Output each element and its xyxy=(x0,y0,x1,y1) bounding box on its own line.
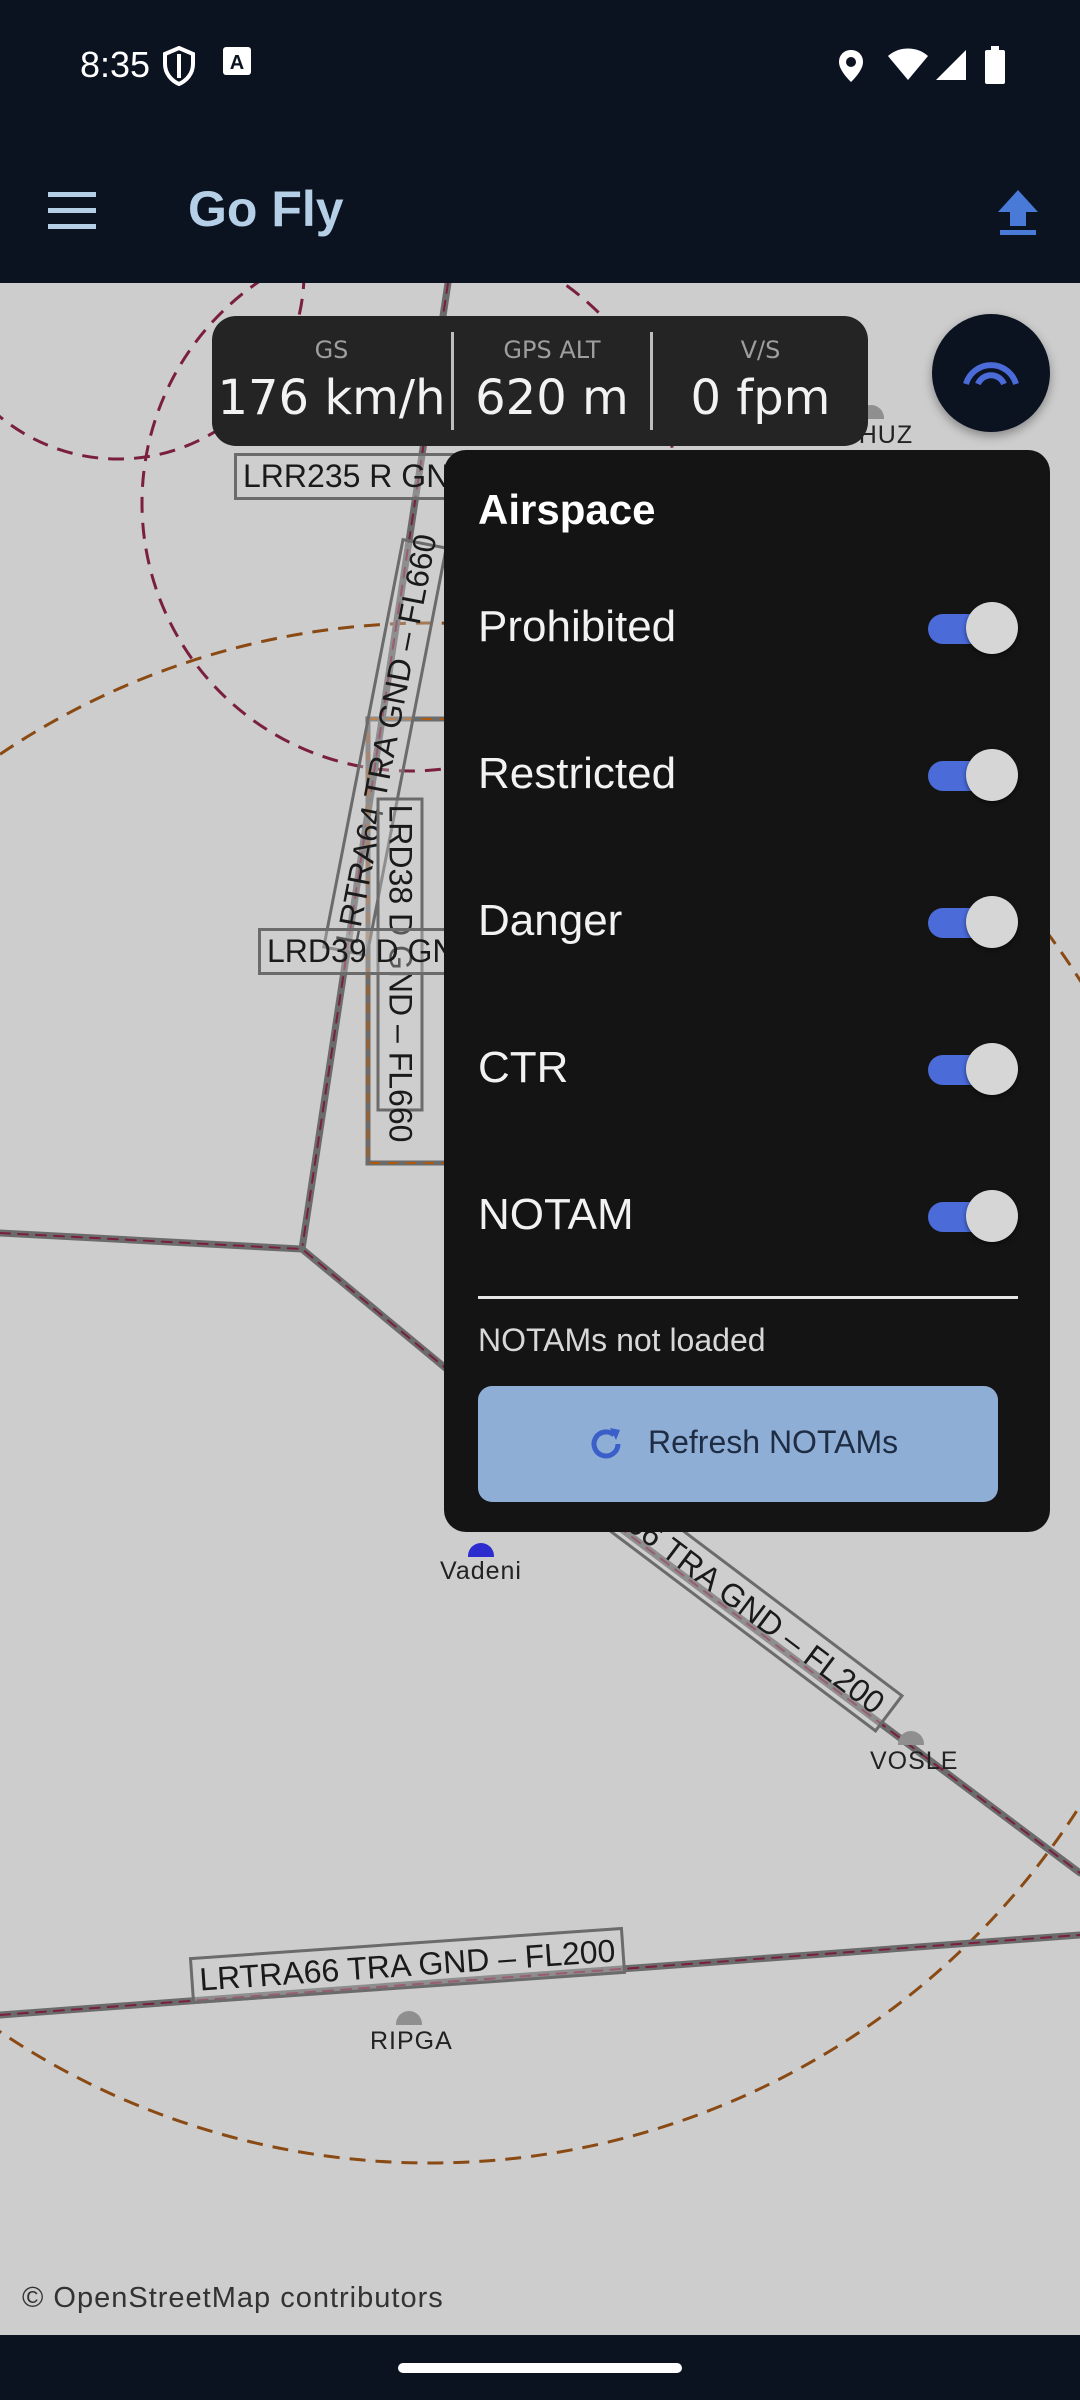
toggle-label: Restricted xyxy=(478,749,677,798)
refresh-notams-button[interactable]: Refresh NOTAMs xyxy=(478,1386,998,1502)
app-bar: Go Fly xyxy=(0,136,1080,283)
gps-altitude-label: GPS ALT xyxy=(503,336,601,364)
toggle-row-prohibited[interactable]: Prohibited xyxy=(478,584,1018,664)
prohibited-toggle[interactable] xyxy=(928,600,1018,654)
toggle-row-notam[interactable]: NOTAM xyxy=(478,1172,1018,1252)
vertical-speed-cell: V/S 0 fpm xyxy=(653,316,868,446)
hamburger-menu-icon[interactable] xyxy=(44,184,100,236)
status-bar: 8:35 A xyxy=(0,0,1080,136)
toggle-label: Danger xyxy=(478,896,623,945)
home-gesture-handle[interactable] xyxy=(398,2363,682,2373)
signal-arcs-icon xyxy=(963,362,1019,386)
ground-speed-value: 176 km/h xyxy=(217,370,446,426)
vertical-speed-label: V/S xyxy=(740,336,781,364)
toggle-row-restricted[interactable]: Restricted xyxy=(478,731,1018,811)
restricted-toggle[interactable] xyxy=(928,747,1018,801)
panel-heading: Airspace xyxy=(478,486,656,533)
wifi-icon xyxy=(888,48,928,86)
airspace-layers-button[interactable] xyxy=(932,314,1050,432)
gps-altitude-cell: GPS ALT 620 m xyxy=(454,316,650,446)
flight-info-bar: GS 176 km/h GPS ALT 620 m V/S 0 fpm xyxy=(212,316,868,446)
svg-text:A: A xyxy=(230,52,244,74)
app-title: Go Fly xyxy=(188,181,344,237)
toggle-row-ctr[interactable]: CTR xyxy=(478,1025,1018,1105)
waypoint-ripga[interactable]: RIPGA xyxy=(370,2027,453,2056)
waypoint-vadeni[interactable]: Vadeni xyxy=(440,1557,522,1586)
notam-status-text: NOTAMs not loaded xyxy=(478,1322,766,1358)
gps-altitude-value: 620 m xyxy=(475,370,629,426)
waypoint-vosle[interactable]: VOSLE xyxy=(870,1747,958,1776)
battery-icon xyxy=(984,46,1006,88)
toggle-row-danger[interactable]: Danger xyxy=(478,878,1018,958)
panel-divider xyxy=(478,1296,1018,1299)
signal-icon xyxy=(934,48,968,86)
ground-speed-cell: GS 176 km/h xyxy=(212,316,451,446)
ground-speed-label: GS xyxy=(314,336,349,364)
airspace-label-lrd39: LRD39 D GN xyxy=(258,928,465,975)
toggle-label: Prohibited xyxy=(478,602,677,651)
ctr-toggle[interactable] xyxy=(928,1041,1018,1095)
toggle-label: CTR xyxy=(478,1043,569,1092)
map-attribution[interactable]: © OpenStreetMap contributors xyxy=(22,2282,444,2315)
airspace-panel: Airspace Prohibited Restricted Danger CT… xyxy=(444,450,1050,1532)
toggle-label: NOTAM xyxy=(478,1190,634,1239)
a-box-icon: A xyxy=(222,46,252,80)
vertical-speed-value: 0 fpm xyxy=(690,370,831,426)
upload-icon[interactable] xyxy=(990,184,1046,240)
location-icon xyxy=(836,48,866,88)
refresh-notams-label: Refresh NOTAMs xyxy=(648,1424,899,1460)
navigation-bar xyxy=(0,2335,1080,2400)
status-time: 8:35 xyxy=(80,44,151,85)
shield-icon xyxy=(162,45,196,90)
notam-toggle[interactable] xyxy=(928,1188,1018,1242)
danger-toggle[interactable] xyxy=(928,894,1018,948)
refresh-icon xyxy=(586,1424,626,1468)
